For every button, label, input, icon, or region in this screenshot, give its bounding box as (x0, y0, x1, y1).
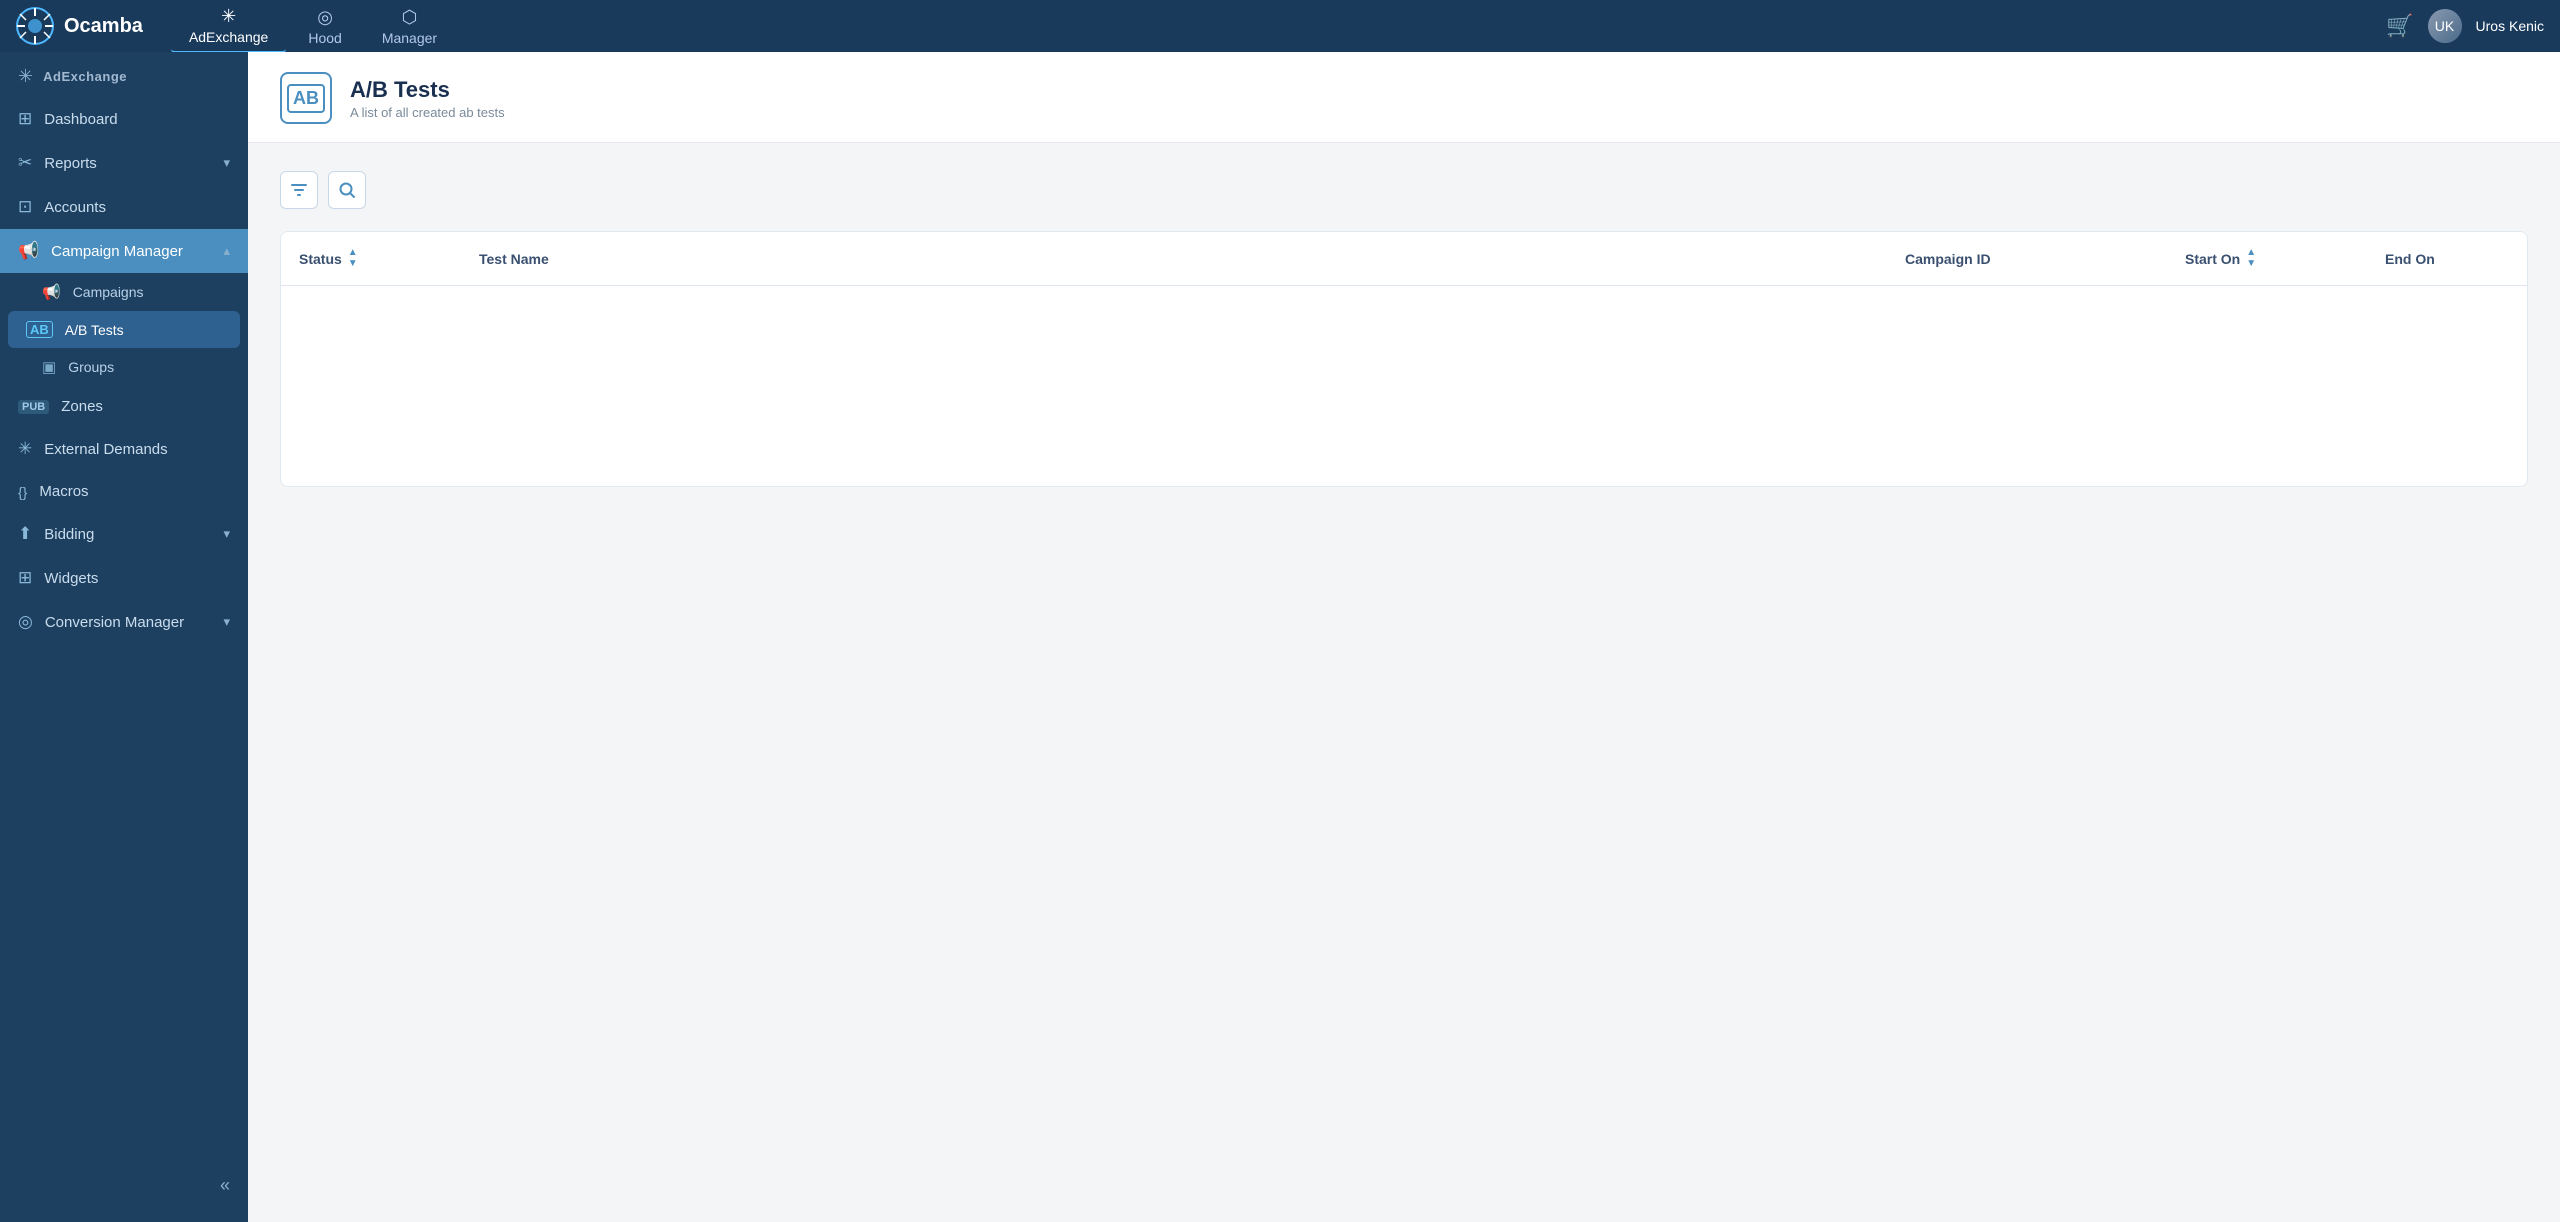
widgets-icon: ⊞ (18, 568, 32, 588)
sidebar-item-external-demands[interactable]: ✳ External Demands (0, 427, 248, 471)
manager-icon: ⬡ (402, 7, 418, 28)
sidebar-sub-campaigns[interactable]: 📢 Campaigns (0, 273, 248, 311)
sidebar-item-campaign-manager[interactable]: 📢 Campaign Manager ▴ (0, 229, 248, 273)
sidebar-sub-ab-tests-label: A/B Tests (65, 322, 124, 338)
avatar-image: UK (2428, 9, 2462, 43)
page-subtitle: A list of all created ab tests (350, 105, 505, 120)
column-test-name-label: Test Name (479, 251, 549, 267)
cart-icon[interactable]: 🛒 (2386, 13, 2413, 39)
sidebar-sub-groups-label: Groups (68, 359, 114, 375)
sidebar-item-conversion-manager[interactable]: ◎ Conversion Manager ▾ (0, 600, 248, 644)
ab-tests-sub-icon: AB (26, 321, 53, 338)
start-on-sort-icon: ▲ ▼ (2246, 248, 2256, 269)
search-button[interactable] (328, 171, 366, 209)
sidebar-item-dashboard-label: Dashboard (44, 111, 117, 128)
page-header-text: A/B Tests A list of all created ab tests (350, 77, 505, 120)
column-test-name: Test Name (461, 232, 1887, 285)
sidebar-item-macros[interactable]: {} Macros (0, 471, 248, 512)
sidebar-item-dashboard[interactable]: ⊞ Dashboard (0, 97, 248, 141)
sidebar-section-title: AdExchange (43, 69, 127, 84)
sidebar-item-external-demands-label: External Demands (44, 441, 167, 458)
sidebar-item-conversion-manager-label: Conversion Manager (45, 614, 184, 631)
filter-icon (290, 181, 308, 199)
sidebar-item-reports[interactable]: ✂ Reports ▾ (0, 141, 248, 185)
top-nav-manager-label: Manager (382, 30, 437, 46)
column-end-on: End On (2367, 232, 2527, 285)
column-start-on-label: Start On (2185, 251, 2240, 267)
page-header-icon: AB (280, 72, 332, 124)
campaign-manager-icon: 📢 (18, 241, 39, 261)
filter-button[interactable] (280, 171, 318, 209)
sidebar-item-campaign-manager-label: Campaign Manager (51, 243, 183, 260)
sidebar-item-zones[interactable]: PUB Zones (0, 386, 248, 427)
column-status-label: Status (299, 251, 342, 267)
sidebar-item-macros-label: Macros (39, 483, 88, 500)
top-nav-manager[interactable]: ⬡ Manager (364, 1, 455, 52)
accounts-icon: ⊡ (18, 197, 32, 217)
main-layout: ✳ AdExchange ⊞ Dashboard ✂ Reports ▾ ⊡ A… (0, 52, 2560, 1222)
table-container: Status ▲ ▼ Test Name Campaign ID Start O… (280, 231, 2528, 487)
groups-sub-icon: ▣ (42, 358, 56, 376)
conversion-manager-icon: ◎ (18, 612, 33, 632)
page-title: A/B Tests (350, 77, 505, 103)
sidebar-item-zones-label: Zones (61, 398, 103, 415)
sidebar: ✳ AdExchange ⊞ Dashboard ✂ Reports ▾ ⊡ A… (0, 52, 248, 1222)
sidebar-item-bidding[interactable]: ⬆ Bidding ▾ (0, 512, 248, 556)
sidebar-section-icon: ✳ (18, 66, 33, 87)
conversion-manager-arrow: ▾ (223, 614, 230, 630)
column-campaign-id-label: Campaign ID (1905, 251, 1991, 267)
ab-tests-icon: AB (287, 84, 325, 113)
toolbar (280, 171, 2528, 209)
top-nav: Ocamba ✳ AdExchange ◎ Hood ⬡ Manager 🛒 U… (0, 0, 2560, 52)
sidebar-item-accounts[interactable]: ⊡ Accounts (0, 185, 248, 229)
sidebar-sub-ab-tests[interactable]: AB A/B Tests (8, 311, 240, 348)
hood-icon: ◎ (317, 7, 333, 28)
top-nav-hood[interactable]: ◎ Hood (290, 1, 359, 52)
status-sort-icon: ▲ ▼ (348, 248, 358, 269)
sidebar-item-accounts-label: Accounts (44, 199, 106, 216)
external-demands-icon: ✳ (18, 439, 32, 459)
sidebar-item-reports-label: Reports (44, 155, 97, 172)
reports-arrow: ▾ (223, 155, 230, 171)
user-name[interactable]: Uros Kenic (2476, 18, 2544, 34)
sidebar-item-widgets-label: Widgets (44, 570, 98, 587)
top-nav-adexchange-label: AdExchange (189, 29, 268, 45)
top-nav-adexchange[interactable]: ✳ AdExchange (171, 0, 286, 53)
avatar[interactable]: UK (2428, 9, 2462, 43)
sidebar-item-bidding-label: Bidding (44, 526, 94, 543)
logo-icon (16, 7, 54, 45)
reports-icon: ✂ (18, 153, 32, 173)
column-end-on-label: End On (2385, 251, 2435, 267)
top-nav-hood-label: Hood (308, 30, 341, 46)
page-header: AB A/B Tests A list of all created ab te… (248, 52, 2560, 143)
top-nav-items: ✳ AdExchange ◎ Hood ⬡ Manager (171, 0, 2386, 53)
search-icon (338, 181, 356, 199)
zones-icon: PUB (18, 400, 49, 414)
sidebar-sub-campaigns-label: Campaigns (73, 284, 144, 300)
dashboard-icon: ⊞ (18, 109, 32, 129)
sidebar-collapse-button[interactable]: « (220, 1175, 230, 1196)
table-header: Status ▲ ▼ Test Name Campaign ID Start O… (281, 232, 2527, 286)
campaign-manager-arrow: ▴ (223, 243, 230, 259)
content-body: Status ▲ ▼ Test Name Campaign ID Start O… (248, 143, 2560, 1222)
macros-icon: {} (18, 484, 27, 500)
logo-text: Ocamba (64, 15, 143, 38)
top-nav-right: 🛒 UK Uros Kenic (2386, 9, 2544, 43)
content: AB A/B Tests A list of all created ab te… (248, 52, 2560, 1222)
sidebar-header: ✳ AdExchange (0, 52, 248, 97)
sidebar-item-widgets[interactable]: ⊞ Widgets (0, 556, 248, 600)
logo[interactable]: Ocamba (16, 7, 143, 45)
column-campaign-id: Campaign ID (1887, 232, 2167, 285)
table-body (281, 286, 2527, 486)
bidding-icon: ⬆ (18, 524, 32, 544)
sidebar-bottom: « (0, 1161, 248, 1210)
bidding-arrow: ▾ (223, 526, 230, 542)
column-status[interactable]: Status ▲ ▼ (281, 232, 461, 285)
adexchange-icon: ✳ (221, 6, 236, 27)
column-start-on[interactable]: Start On ▲ ▼ (2167, 232, 2367, 285)
campaigns-sub-icon: 📢 (42, 283, 61, 301)
sidebar-sub-groups[interactable]: ▣ Groups (0, 348, 248, 386)
